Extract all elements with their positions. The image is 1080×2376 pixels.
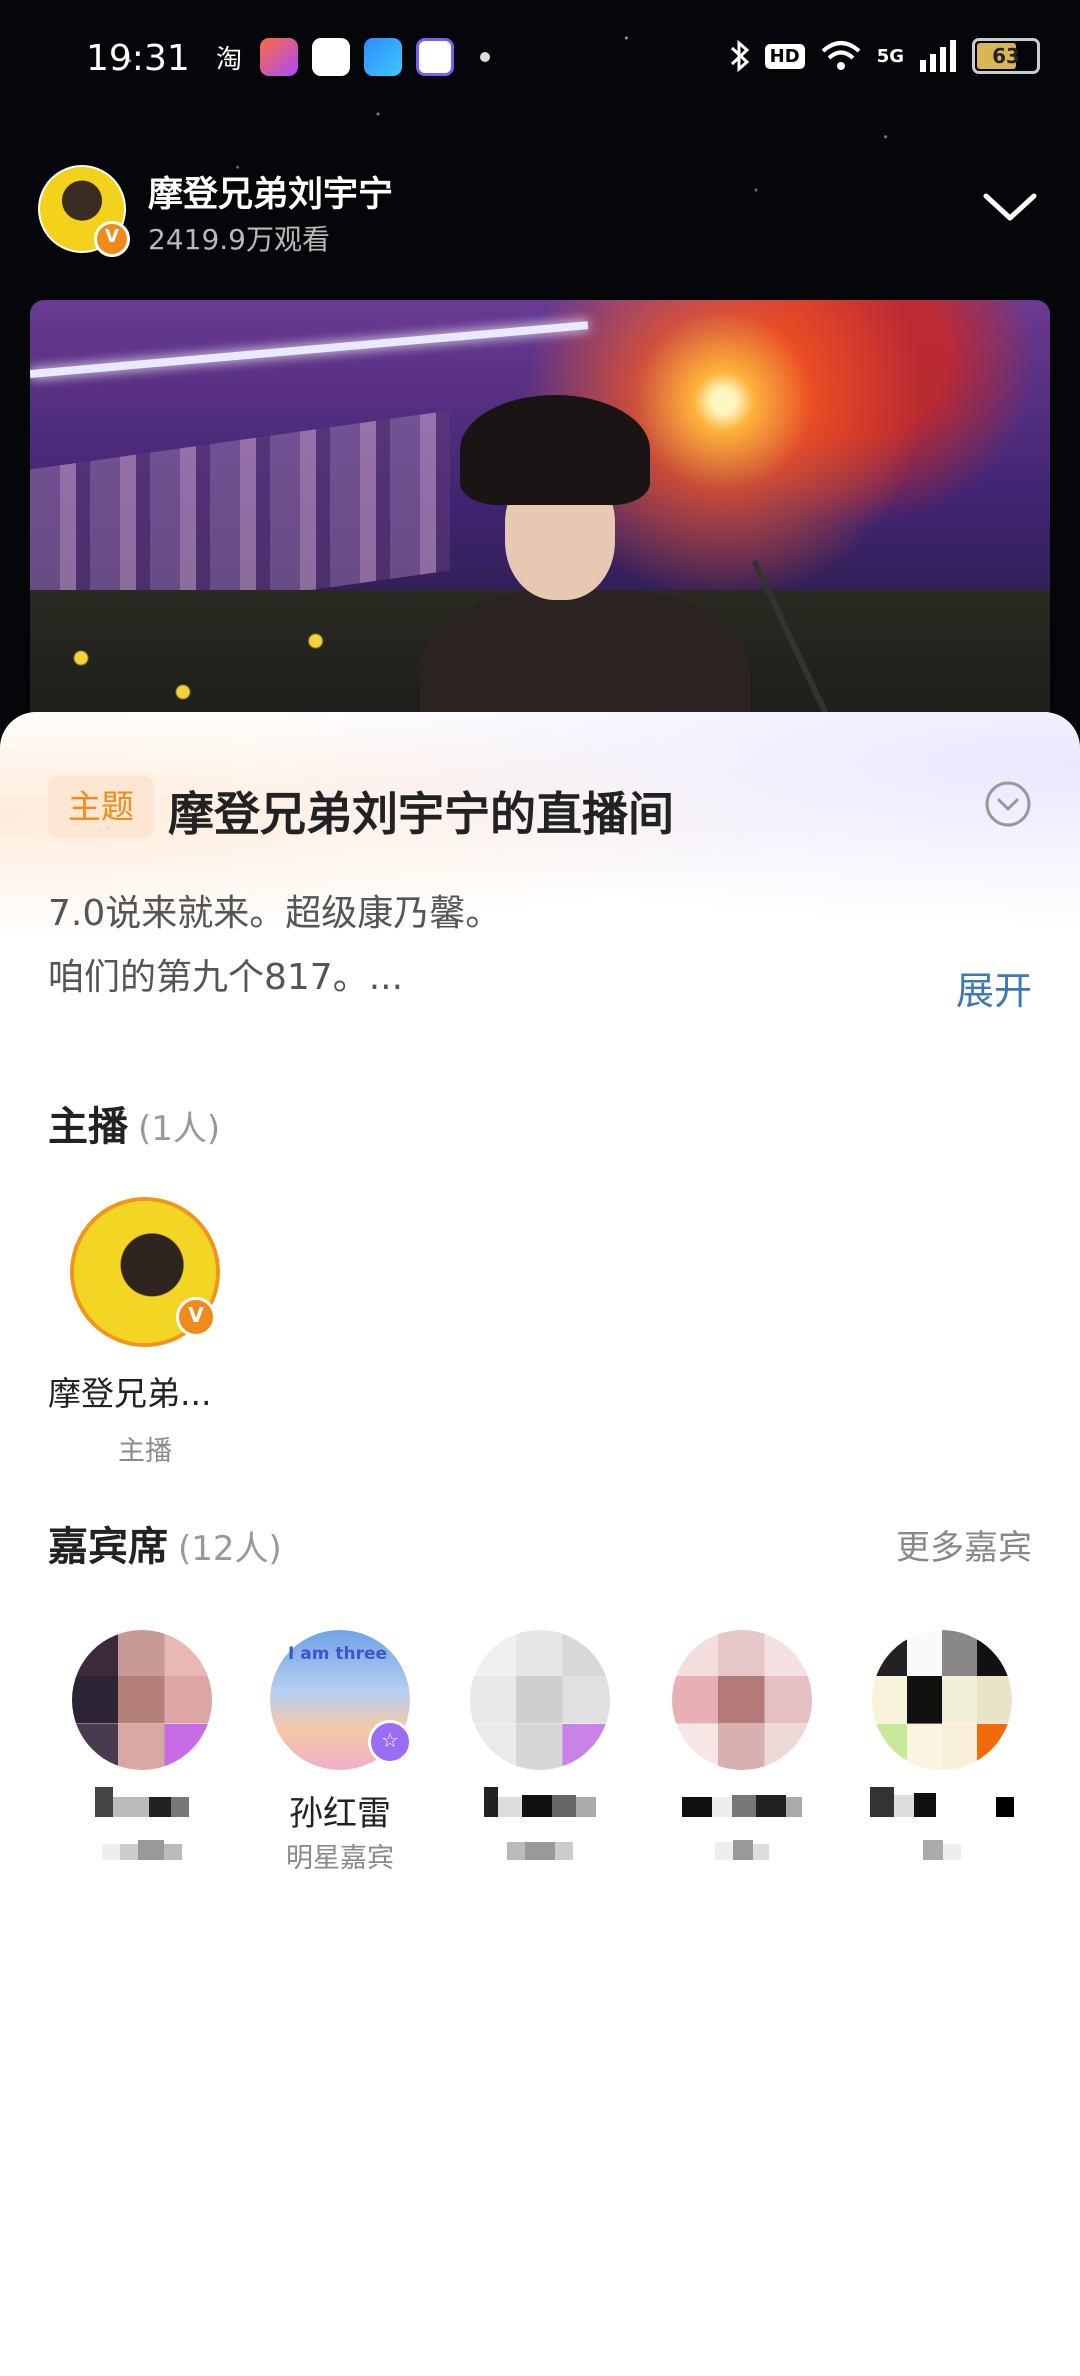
anchor-section-label: 主播 [48,1104,128,1150]
guest-avatar-pixelated[interactable] [872,1630,1012,1770]
guest-name-redacted [642,1786,842,1826]
signal-icon [920,40,956,72]
live-room-title: 摩登兄弟刘宇宁的直播间 [168,787,674,841]
avatar-text: I am three [288,1644,388,1664]
app-notification-icon [364,38,402,76]
app-notification-icon [260,38,298,76]
guest-count: (12人) [178,1529,282,1569]
anchor-avatar[interactable]: V [70,1197,220,1347]
hd-icon: HD [764,43,805,69]
anchor-section-title: 主播 (1人) [48,1094,220,1152]
wifi-icon [821,41,861,70]
guest-name-redacted [42,1786,242,1826]
status-time: 19:31 [86,38,190,79]
system-icons: HD 5G 63 [729,38,1040,74]
guest-section-label: 嘉宾席 [48,1524,168,1570]
guest-avatar-pixelated[interactable] [72,1630,212,1770]
live-video-player[interactable] [30,300,1050,760]
taobao-icon: 淘 [215,44,242,75]
anchor-name: 摩登兄弟... [48,1374,212,1413]
description-line: 7.0说来就来。超级康乃馨。 [48,893,502,934]
theme-tag: 主题 [48,776,154,838]
star-badge-icon: ☆ [368,1720,412,1764]
description-line: 咱们的第九个817。... [48,957,404,998]
guest-section-title: 嘉宾席 (12人) [48,1514,282,1572]
guest-role-redacted [42,1836,242,1870]
guest-role-redacted [440,1836,640,1870]
guest-name-redacted [440,1786,640,1826]
guest-item[interactable] [642,1630,842,1870]
host-header: V 摩登兄弟刘宇宁 2419.9万观看 [38,162,1048,262]
guest-name: 孙红雷 [289,1794,391,1834]
chevron-down-icon[interactable] [980,186,1040,226]
guest-item[interactable] [842,1630,1042,1870]
view-count: 2419.9万观看 [148,223,330,256]
status-bar: 19:31 淘 HD 5G 63 [0,30,1080,90]
anchor-count: (1人) [138,1109,221,1149]
chevron-down-circle-icon[interactable] [984,780,1032,828]
live-room-info-sheet: 主题 摩登兄弟刘宇宁的直播间 7.0说来就来。超级康乃馨。 咱们的第九个817。… [0,712,1080,2376]
bluetooth-icon [730,39,749,73]
battery-percent: 63 [992,44,1020,68]
stage-light-beam [30,321,589,378]
guest-item[interactable]: I am three ☆ 孙红雷 明星嘉宾 [240,1630,440,1874]
anchor-item[interactable]: V 摩登兄弟... 主播 [48,1197,240,1468]
guest-item[interactable] [42,1630,242,1870]
performer-hat [460,395,650,505]
guest-item[interactable] [440,1630,640,1870]
guest-role-redacted [642,1836,842,1870]
guest-avatar[interactable]: I am three ☆ [270,1630,412,1770]
live-room-description: 7.0说来就来。超级康乃馨。 咱们的第九个817。... [48,882,908,1010]
network-type: 5G [876,45,904,67]
more-notifications-dot [480,52,490,62]
verified-badge: V [176,1297,216,1337]
theme-row: 主题 摩登兄弟刘宇宁的直播间 [48,772,1032,842]
guest-name-redacted [842,1786,1042,1826]
guest-role: 明星嘉宾 [286,1843,394,1874]
guest-role-redacted [842,1836,1042,1870]
host-avatar[interactable]: V [38,165,130,257]
notification-icons: 淘 [212,38,490,76]
expand-description-link[interactable]: 展开 [956,960,1032,1015]
guest-avatar-pixelated[interactable] [672,1630,812,1770]
battery-icon: 63 [972,38,1040,74]
app-notification-icon [416,38,454,76]
more-guests-link[interactable]: 更多嘉宾 [896,1520,1032,1569]
anchor-role: 主播 [118,1436,172,1467]
host-name[interactable]: 摩登兄弟刘宇宁 [148,166,393,217]
map-notification-icon [312,38,350,76]
verified-badge: V [94,221,130,257]
guest-avatar-pixelated[interactable] [470,1630,610,1770]
